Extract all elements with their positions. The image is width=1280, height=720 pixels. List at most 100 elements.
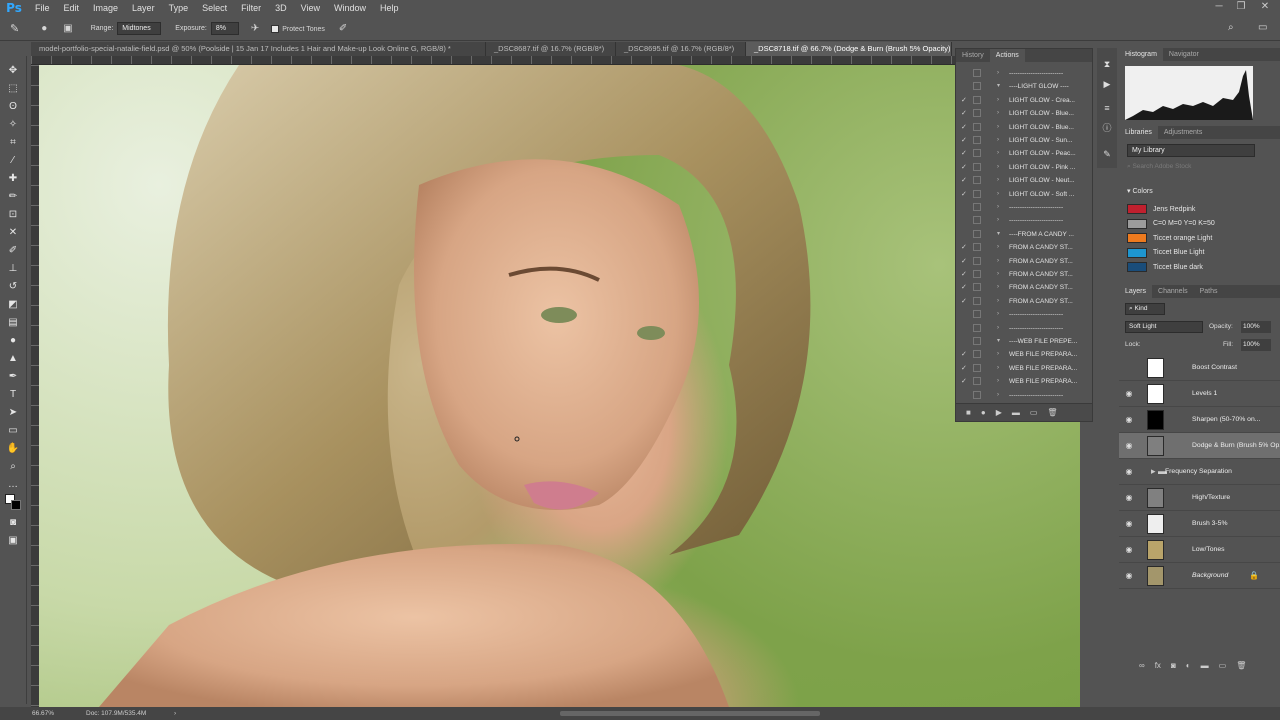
dialog-toggle-icon[interactable] bbox=[973, 69, 981, 77]
eraser-tool-icon[interactable]: ◩ bbox=[6, 298, 20, 312]
dialog-toggle-icon[interactable] bbox=[973, 229, 981, 238]
visibility-eye-icon[interactable]: ◉ bbox=[1124, 415, 1134, 425]
chevron-down-icon[interactable]: ▾ bbox=[997, 335, 1000, 348]
brush-alt-icon[interactable]: ✐ bbox=[6, 244, 20, 258]
adjustment-layer-icon[interactable]: ◐ bbox=[1186, 661, 1191, 675]
action-toggle-icon[interactable]: ✓ bbox=[961, 134, 969, 147]
link-layers-icon[interactable]: ∞ bbox=[1139, 661, 1145, 675]
chevron-right-icon[interactable]: › bbox=[997, 161, 999, 174]
dialog-toggle-icon[interactable] bbox=[973, 162, 981, 171]
info-icon[interactable]: ⓘ bbox=[1101, 122, 1113, 134]
brush-settings-icon[interactable]: ✎ bbox=[1101, 148, 1113, 160]
move-tool-icon[interactable]: ✥ bbox=[6, 64, 20, 78]
menu-3d[interactable]: 3D bbox=[268, 0, 294, 17]
workspace-icon[interactable]: ▭ bbox=[1258, 22, 1267, 33]
dodge-tool-icon[interactable]: ✎ bbox=[10, 22, 19, 35]
close-icon[interactable]: ✕ bbox=[1256, 0, 1274, 14]
stock-search-input[interactable]: ⌕ Search Adobe Stock bbox=[1127, 163, 1267, 174]
brush-size-icon[interactable]: ● bbox=[41, 23, 47, 34]
add-mask-icon[interactable]: ◙ bbox=[1171, 661, 1176, 675]
dialog-toggle-icon[interactable] bbox=[973, 95, 981, 104]
library-color-item[interactable]: Jens Redpink bbox=[1127, 203, 1195, 215]
lasso-tool-icon[interactable]: ʘ bbox=[6, 100, 20, 114]
chevron-right-icon[interactable]: › bbox=[997, 322, 999, 335]
restore-icon[interactable]: ❐ bbox=[1232, 0, 1250, 14]
layer-thumbnail[interactable] bbox=[1147, 566, 1164, 586]
type-tool-icon[interactable]: T bbox=[6, 388, 20, 402]
search-icon[interactable]: ⌕ bbox=[1228, 22, 1234, 33]
zoom-level[interactable]: 66.67% bbox=[32, 707, 54, 720]
menu-layer[interactable]: Layer bbox=[125, 0, 162, 17]
action-toggle-icon[interactable]: ✓ bbox=[961, 362, 969, 375]
tab-actions[interactable]: Actions bbox=[989, 49, 1025, 62]
tab-adjustments[interactable]: Adjustments bbox=[1158, 126, 1209, 139]
dialog-toggle-icon[interactable] bbox=[973, 310, 981, 319]
chevron-right-icon[interactable]: › bbox=[997, 188, 999, 201]
action-toggle-icon[interactable]: ✓ bbox=[961, 107, 969, 120]
properties-icon[interactable]: ≡ bbox=[1101, 102, 1113, 114]
layer-row[interactable]: ◉ Brush 3-5% bbox=[1119, 511, 1280, 537]
patch-tool-icon[interactable]: ✕ bbox=[6, 226, 20, 240]
dialog-toggle-icon[interactable] bbox=[973, 296, 981, 305]
dialog-toggle-icon[interactable] bbox=[973, 109, 981, 118]
dialog-toggle-icon[interactable] bbox=[973, 136, 981, 144]
dialog-toggle-icon[interactable] bbox=[973, 283, 981, 292]
tab-history[interactable]: History bbox=[956, 49, 990, 62]
action-row[interactable]: › ------------------------- bbox=[956, 308, 1084, 321]
chevron-right-icon[interactable]: › bbox=[997, 67, 999, 80]
marquee-tool-icon[interactable]: ⬚ bbox=[6, 82, 20, 96]
tab-histogram[interactable]: Histogram bbox=[1119, 48, 1163, 61]
action-row[interactable]: ▾ ----LIGHT GLOW ---- bbox=[956, 80, 1084, 93]
action-row[interactable]: › ------------------------- bbox=[956, 214, 1084, 227]
action-toggle-icon[interactable]: ✓ bbox=[961, 375, 969, 388]
action-toggle-icon[interactable]: ✓ bbox=[961, 348, 969, 361]
protect-tones-checkbox[interactable]: Protect Tones bbox=[271, 24, 325, 33]
tab-channels[interactable]: Channels bbox=[1152, 285, 1194, 298]
exposure-field[interactable]: 8% bbox=[210, 22, 239, 35]
action-row[interactable]: › ------------------------- bbox=[956, 201, 1084, 214]
dialog-toggle-icon[interactable] bbox=[973, 270, 981, 278]
library-select[interactable]: My Library bbox=[1127, 144, 1255, 157]
layer-thumbnail[interactable] bbox=[1147, 514, 1164, 534]
dodge-tool-icon[interactable]: ▲ bbox=[6, 352, 20, 366]
background-color-swatch[interactable] bbox=[11, 500, 21, 510]
doc-tab[interactable]: _DSC8687.tif @ 16.7% (RGB/8*) bbox=[486, 42, 616, 56]
action-toggle-icon[interactable]: ✓ bbox=[961, 241, 969, 254]
action-row[interactable]: ✓ › LIGHT GLOW - Neut... bbox=[956, 174, 1084, 187]
opacity-field[interactable]: 100% bbox=[1241, 321, 1271, 333]
dialog-toggle-icon[interactable] bbox=[973, 337, 981, 345]
dialog-toggle-icon[interactable] bbox=[973, 390, 981, 399]
chevron-right-icon[interactable]: › bbox=[997, 362, 999, 375]
shape-tool-icon[interactable]: ▭ bbox=[6, 424, 20, 438]
visibility-eye-icon[interactable]: ◉ bbox=[1124, 519, 1134, 529]
action-row[interactable]: ✓ › WEB FILE PREPARA... bbox=[956, 362, 1084, 375]
menu-window[interactable]: Window bbox=[327, 0, 373, 17]
visibility-eye-icon[interactable]: ◉ bbox=[1124, 441, 1134, 451]
new-set-icon[interactable]: ▬ bbox=[1012, 408, 1020, 417]
action-row[interactable]: ✓ › FROM A CANDY ST... bbox=[956, 268, 1084, 281]
action-toggle-icon[interactable]: ✓ bbox=[961, 281, 969, 294]
brush-tool-icon[interactable]: ✏ bbox=[6, 190, 20, 204]
library-color-item[interactable]: Ticcet Blue Light bbox=[1127, 247, 1205, 259]
dialog-toggle-icon[interactable] bbox=[973, 350, 981, 359]
action-row[interactable]: ✓ › FROM A CANDY ST... bbox=[956, 255, 1084, 268]
action-row[interactable]: ✓ › FROM A CANDY ST... bbox=[956, 295, 1084, 308]
action-row[interactable]: ✓ › LIGHT GLOW - Sun... bbox=[956, 134, 1084, 147]
action-row[interactable]: ▾ ----FROM A CANDY ... bbox=[956, 228, 1084, 241]
action-toggle-icon[interactable]: ✓ bbox=[961, 161, 969, 174]
visibility-eye-icon[interactable] bbox=[1124, 363, 1134, 373]
chevron-right-icon[interactable]: › bbox=[997, 121, 999, 134]
visibility-eye-icon[interactable]: ◉ bbox=[1124, 571, 1134, 581]
visibility-eye-icon[interactable]: ◉ bbox=[1124, 389, 1134, 399]
dialog-toggle-icon[interactable] bbox=[973, 377, 981, 386]
chevron-right-icon[interactable]: › bbox=[997, 295, 999, 308]
visibility-eye-icon[interactable]: ◉ bbox=[1124, 493, 1134, 503]
chevron-right-icon[interactable]: › bbox=[997, 348, 999, 361]
play-icon[interactable]: ▶ bbox=[996, 408, 1002, 417]
dialog-toggle-icon[interactable] bbox=[973, 149, 981, 158]
action-row[interactable]: ✓ › FROM A CANDY ST... bbox=[956, 241, 1084, 254]
history-panel-icon[interactable]: ⧗ bbox=[1101, 58, 1113, 70]
menu-view[interactable]: View bbox=[294, 0, 327, 17]
menu-file[interactable]: File bbox=[28, 0, 57, 17]
record-icon[interactable]: ● bbox=[981, 408, 986, 417]
